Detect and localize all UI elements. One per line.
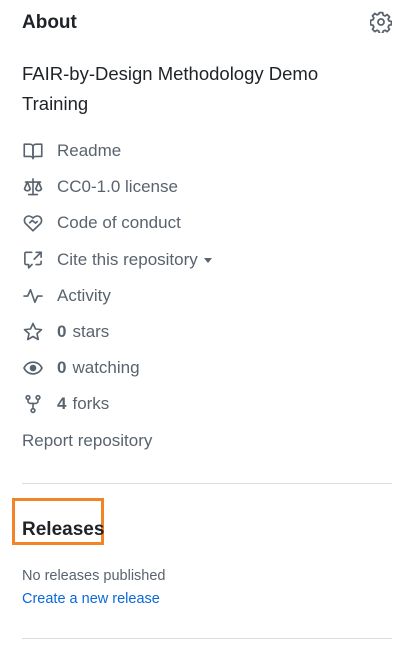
- license-link[interactable]: CC0-1.0 license: [22, 169, 392, 205]
- stars-link[interactable]: 0 stars: [22, 314, 392, 350]
- about-title: About: [22, 12, 77, 33]
- watching-link[interactable]: 0 watching: [22, 350, 392, 386]
- watching-label: watching: [72, 358, 140, 378]
- cite-icon: [22, 249, 44, 271]
- fork-icon: [22, 393, 44, 415]
- license-label: CC0-1.0 license: [57, 177, 178, 197]
- code-of-conduct-label: Code of conduct: [57, 213, 181, 233]
- readme-label: Readme: [57, 141, 122, 161]
- forks-link[interactable]: 4 forks: [22, 386, 392, 422]
- stars-count: 0: [57, 322, 67, 342]
- forks-count: 4: [57, 394, 67, 414]
- code-of-conduct-link[interactable]: Code of conduct: [22, 205, 392, 241]
- gear-icon[interactable]: [369, 11, 393, 35]
- repo-meta-list: Readme CC0-1.0 license Code of conduct C…: [22, 133, 392, 423]
- law-icon: [22, 176, 44, 198]
- no-releases-text: No releases published: [22, 568, 166, 584]
- releases-title[interactable]: Releases: [22, 518, 104, 542]
- star-icon: [22, 321, 44, 343]
- activity-label: Activity: [57, 285, 111, 305]
- stars-label: stars: [72, 322, 110, 342]
- about-header: About: [22, 10, 393, 36]
- cite-label: Cite this repository: [57, 249, 198, 269]
- readme-link[interactable]: Readme: [22, 133, 392, 169]
- repo-description: FAIR-by-Design Methodology Demo Training: [22, 63, 319, 114]
- pulse-icon: [22, 285, 44, 307]
- book-icon: [22, 140, 44, 162]
- activity-link[interactable]: Activity: [22, 278, 392, 314]
- code-of-conduct-icon: [22, 212, 44, 234]
- section-divider: [22, 483, 392, 484]
- watching-count: 0: [57, 358, 67, 378]
- eye-icon: [22, 357, 44, 379]
- cite-repository-button[interactable]: Cite this repository: [22, 242, 392, 278]
- forks-label: forks: [72, 394, 110, 414]
- report-repository-link[interactable]: Report repository: [22, 429, 152, 453]
- create-release-link[interactable]: Create a new release: [22, 589, 160, 609]
- section-divider: [22, 638, 392, 639]
- caret-down-icon: [203, 258, 212, 264]
